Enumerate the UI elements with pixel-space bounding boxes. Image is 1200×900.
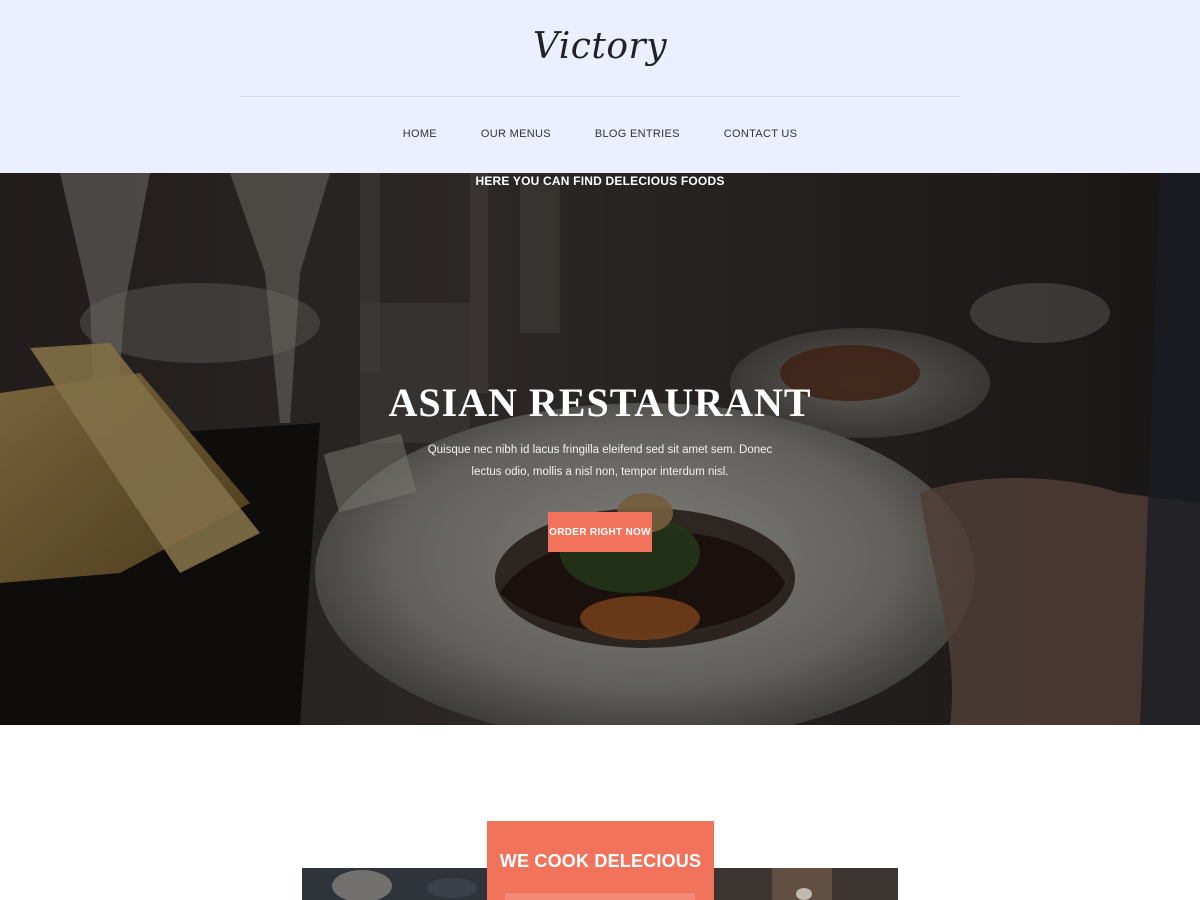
hero-title: ASIAN RESTAURANT — [388, 380, 812, 425]
header-divider — [240, 96, 960, 97]
feature-card-inner — [505, 893, 695, 900]
feature-image-left-art — [302, 868, 488, 900]
hero-content: HERE YOU CAN FIND DELECIOUS FOODS ASIAN … — [0, 173, 1200, 725]
hero-section: HERE YOU CAN FIND DELECIOUS FOODS ASIAN … — [0, 173, 1200, 725]
site-header: Victory HOME OUR MENUS BLOG ENTRIES CONT… — [0, 0, 1200, 173]
feature-card: WE COOK DELECIOUS — [487, 821, 714, 900]
hero-description: Quisque nec nibh id lacus fringilla elei… — [427, 444, 773, 478]
nav-home[interactable]: HOME — [403, 128, 437, 140]
hero-eyebrow: HERE YOU CAN FIND DELECIOUS FOODS — [475, 174, 725, 188]
nav-contact-us[interactable]: CONTACT US — [724, 128, 798, 140]
nav-blog-entries[interactable]: BLOG ENTRIES — [595, 128, 680, 140]
feature-image-left — [302, 868, 488, 900]
nav-our-menus[interactable]: OUR MENUS — [481, 128, 551, 140]
feature-title: WE COOK DELECIOUS — [499, 851, 702, 871]
main-nav: HOME OUR MENUS BLOG ENTRIES CONTACT US — [0, 128, 1200, 140]
site-logo[interactable]: Victory — [0, 26, 1200, 67]
order-now-button[interactable]: ORDER RIGHT NOW — [548, 512, 652, 552]
feature-image-right — [712, 868, 898, 900]
feature-image-right-art — [712, 868, 898, 900]
